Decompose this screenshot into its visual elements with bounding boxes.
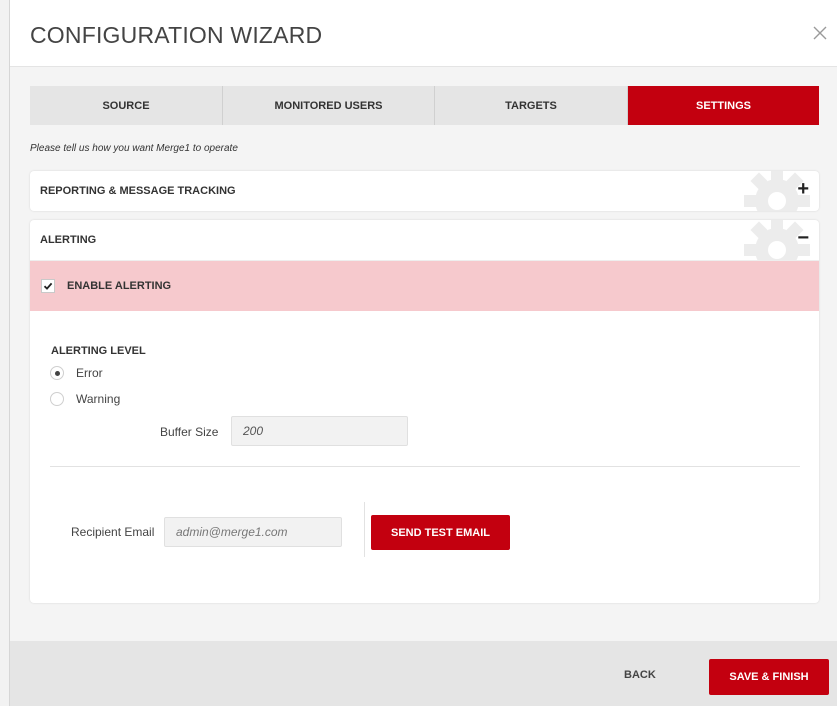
reporting-panel: REPORTING & MESSAGE TRACKING + [30, 171, 819, 211]
save-finish-button[interactable]: SAVE & FINISH [709, 659, 829, 695]
alerting-panel-header[interactable]: ALERTING − [30, 220, 819, 260]
recipient-email-input[interactable]: admin@merge1.com [164, 517, 342, 547]
dialog-header: CONFIGURATION WIZARD [10, 0, 837, 67]
enable-alerting-row: ENABLE ALERTING [30, 260, 819, 311]
tab-targets[interactable]: TARGETS [435, 86, 628, 125]
back-button[interactable]: BACK [624, 669, 656, 681]
wizard-tabs: SOURCE MONITORED USERS TARGETS SETTINGS [30, 86, 819, 125]
tab-monitored-users[interactable]: MONITORED USERS [223, 86, 435, 125]
vertical-divider [364, 502, 365, 557]
checkmark-icon [43, 282, 53, 290]
wizard-instructions: Please tell us how you want Merge1 to op… [30, 143, 238, 154]
buffer-size-label: Buffer Size [160, 425, 219, 439]
section-divider [50, 466, 800, 467]
expand-plus-icon[interactable]: + [797, 179, 809, 199]
alerting-panel-title: ALERTING [40, 234, 97, 246]
error-radio-label: Error [76, 366, 103, 380]
reporting-panel-header[interactable]: REPORTING & MESSAGE TRACKING + [30, 171, 819, 211]
tab-settings[interactable]: SETTINGS [628, 86, 819, 125]
buffer-size-input[interactable]: 200 [231, 416, 408, 446]
recipient-email-label: Recipient Email [71, 525, 155, 539]
dialog-title: CONFIGURATION WIZARD [30, 22, 323, 48]
error-radio-button[interactable] [50, 366, 64, 380]
alerting-panel: ALERTING − ENABLE ALERTING ALERTING LEVE… [30, 220, 819, 603]
send-test-email-button[interactable]: SEND TEST EMAIL [371, 515, 510, 550]
collapse-minus-icon[interactable]: − [797, 228, 809, 248]
alerting-level-heading: ALERTING LEVEL [51, 345, 146, 357]
enable-alerting-label: ENABLE ALERTING [67, 280, 172, 292]
dialog-footer: BACK SAVE & FINISH [10, 641, 837, 706]
warning-radio-button[interactable] [50, 392, 64, 406]
warning-radio-label: Warning [76, 392, 121, 406]
radio-option-error[interactable]: Error [50, 366, 103, 380]
configuration-wizard-dialog: CONFIGURATION WIZARD SOURCE MONITORED US… [9, 0, 837, 706]
radio-option-warning[interactable]: Warning [50, 392, 120, 406]
close-icon[interactable] [809, 22, 831, 44]
enable-alerting-checkbox[interactable] [41, 279, 55, 293]
tab-source[interactable]: SOURCE [30, 86, 223, 125]
reporting-panel-title: REPORTING & MESSAGE TRACKING [40, 185, 236, 197]
